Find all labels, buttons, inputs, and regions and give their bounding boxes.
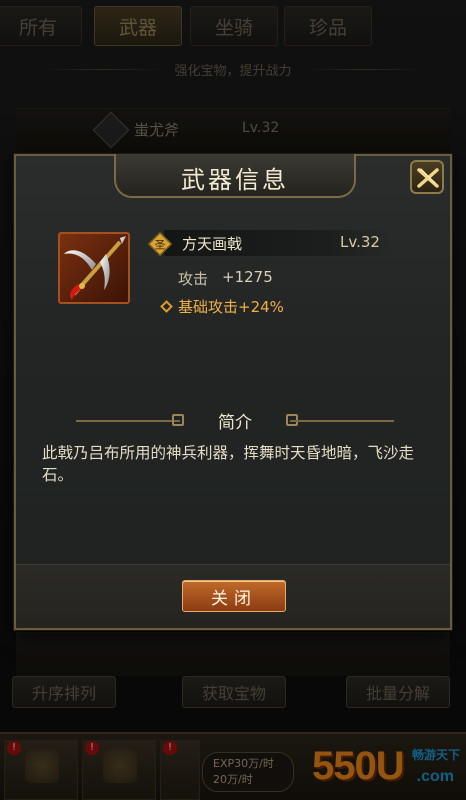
close-icon xyxy=(417,168,439,188)
weapon-description: 此戟乃吕布所用的神兵利器，挥舞时天昏地暗，飞沙走石。 xyxy=(42,444,415,484)
close-button[interactable]: 关闭 xyxy=(182,580,286,612)
attack-label: 攻击 xyxy=(178,270,209,288)
rank-badge-label: 圣 xyxy=(155,239,166,252)
halberd-icon xyxy=(58,232,130,304)
attack-value: +1275 xyxy=(222,268,273,286)
divider xyxy=(290,420,394,422)
weapon-level: Lv.32 xyxy=(340,233,380,251)
intro-heading: 简介 xyxy=(76,408,394,433)
bonus-attribute: 基础攻击+24% xyxy=(178,298,284,316)
dialog-title: 武器信息 xyxy=(181,166,289,194)
diamond-bullet-icon xyxy=(160,300,173,313)
weapon-name: 方天画戟 xyxy=(182,235,243,253)
weapon-info-dialog: 武器信息 圣 方天画戟 Lv.32 攻击 +1275 基础攻击+24% 简介 此… xyxy=(14,154,452,630)
close-icon-button[interactable] xyxy=(410,160,444,194)
rank-badge-icon: 圣 xyxy=(148,232,172,256)
